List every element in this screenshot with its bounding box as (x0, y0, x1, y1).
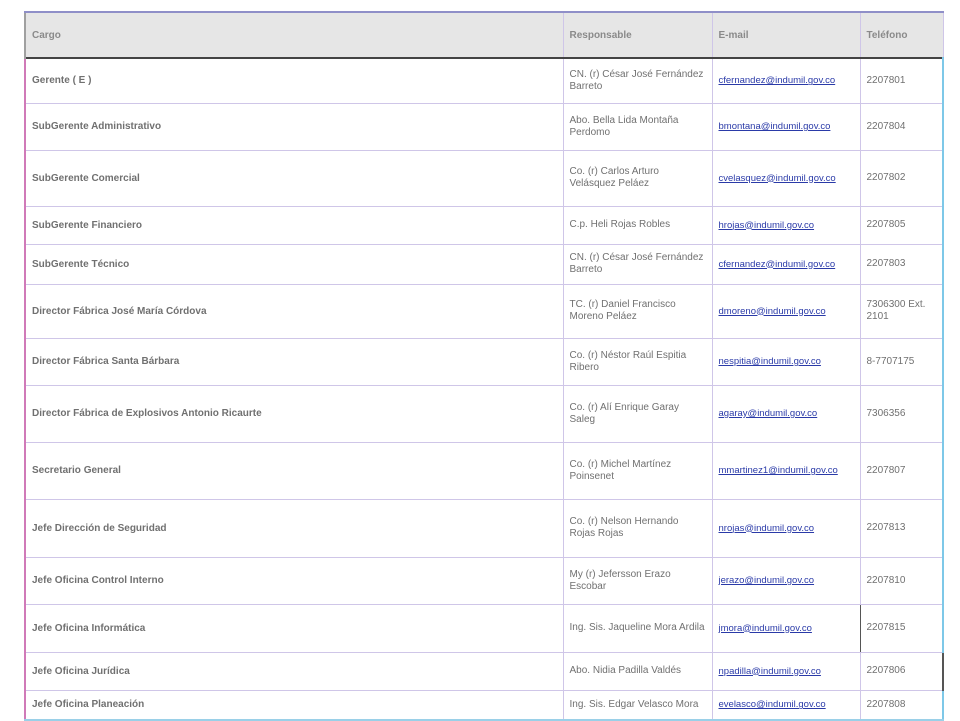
email-link[interactable]: cvelasquez@indumil.gov.co (719, 173, 836, 184)
cargo-cell: Jefe Dirección de Seguridad (24, 498, 564, 558)
email-link[interactable]: bmontana@indumil.gov.co (719, 121, 831, 132)
email-link[interactable]: jmora@indumil.gov.co (719, 623, 812, 634)
email-cell: agaray@indumil.gov.co (711, 384, 861, 443)
table-row: SubGerente Financiero C.p. Heli Rojas Ro… (24, 205, 944, 245)
email-link[interactable]: npadilla@indumil.gov.co (719, 666, 821, 677)
responsable-cell: TC. (r) Daniel Francisco Moreno Peláez (562, 283, 713, 339)
table-body: Gerente ( E ) CN. (r) César José Fernánd… (24, 57, 944, 721)
table-row: SubGerente Administrativo Abo. Bella Lid… (24, 102, 944, 151)
email-link[interactable]: hrojas@indumil.gov.co (719, 220, 815, 231)
email-link[interactable]: cfernandez@indumil.gov.co (719, 75, 836, 86)
telefono-cell: 8-7707175 (859, 337, 944, 386)
cargo-cell: Director Fábrica Santa Bárbara (24, 337, 564, 386)
email-cell: jmora@indumil.gov.co (711, 603, 861, 653)
table-row: Jefe Oficina Informática Ing. Sis. Jaque… (24, 603, 944, 653)
responsable-cell: Abo. Nidia Padilla Valdés (562, 651, 713, 691)
email-cell: bmontana@indumil.gov.co (711, 102, 861, 151)
table-header: Cargo Responsable E-mail Teléfono (24, 11, 944, 59)
table-row: Jefe Oficina Planeación Ing. Sis. Edgar … (24, 689, 944, 721)
responsable-cell: C.p. Heli Rojas Robles (562, 205, 713, 245)
email-link[interactable]: agaray@indumil.gov.co (719, 408, 818, 419)
telefono-cell: 2207815 (859, 603, 944, 653)
telefono-cell: 2207813 (859, 498, 944, 558)
email-cell: dmoreno@indumil.gov.co (711, 283, 861, 339)
telefono-cell: 2207802 (859, 149, 944, 207)
cargo-cell: Jefe Oficina Control Interno (24, 556, 564, 605)
table-row: Director Fábrica Santa Bárbara Co. (r) N… (24, 337, 944, 386)
telefono-cell: 2207801 (859, 57, 944, 104)
email-cell: mmartinez1@indumil.gov.co (711, 441, 861, 500)
email-link[interactable]: jerazo@indumil.gov.co (719, 575, 815, 586)
email-link[interactable]: cfernandez@indumil.gov.co (719, 259, 836, 270)
table-row: SubGerente Comercial Co. (r) Carlos Artu… (24, 149, 944, 207)
table-row: Director Fábrica José María Córdova TC. … (24, 283, 944, 339)
email-cell: cfernandez@indumil.gov.co (711, 243, 861, 285)
email-link[interactable]: nespitia@indumil.gov.co (719, 356, 821, 367)
cargo-cell: SubGerente Administrativo (24, 102, 564, 151)
email-cell: cvelasquez@indumil.gov.co (711, 149, 861, 207)
cargo-cell: Secretario General (24, 441, 564, 500)
responsable-cell: My (r) Jefersson Erazo Escobar (562, 556, 713, 605)
responsable-cell: Co. (r) Néstor Raúl Espitia Ribero (562, 337, 713, 386)
email-cell: nespitia@indumil.gov.co (711, 337, 861, 386)
header-telefono: Teléfono (859, 11, 944, 59)
telefono-cell: 2207803 (859, 243, 944, 285)
table-row: Gerente ( E ) CN. (r) César José Fernánd… (24, 57, 944, 104)
header-responsable: Responsable (562, 11, 713, 59)
telefono-cell: 7306356 (859, 384, 944, 443)
responsable-cell: Abo. Bella Lida Montaña Perdomo (562, 102, 713, 151)
responsable-cell: Ing. Sis. Jaqueline Mora Ardila (562, 603, 713, 653)
cargo-cell: Director Fábrica de Explosivos Antonio R… (24, 384, 564, 443)
email-link[interactable]: dmoreno@indumil.gov.co (719, 306, 826, 317)
responsable-cell: Co. (r) Carlos Arturo Velásquez Peláez (562, 149, 713, 207)
table-row: Jefe Dirección de Seguridad Co. (r) Nels… (24, 498, 944, 558)
email-cell: evelasco@indumil.gov.co (711, 689, 861, 721)
cargo-cell: Director Fábrica José María Córdova (24, 283, 564, 339)
header-cargo: Cargo (24, 11, 564, 59)
email-cell: npadilla@indumil.gov.co (711, 651, 861, 691)
table-row: Jefe Oficina Jurídica Abo. Nidia Padilla… (24, 651, 944, 691)
telefono-cell: 2207804 (859, 102, 944, 151)
table-row: Director Fábrica de Explosivos Antonio R… (24, 384, 944, 443)
directory-table: Cargo Responsable E-mail Teléfono Gerent… (24, 11, 944, 721)
email-link[interactable]: evelasco@indumil.gov.co (719, 699, 826, 710)
email-cell: hrojas@indumil.gov.co (711, 205, 861, 245)
telefono-cell: 2207807 (859, 441, 944, 500)
email-cell: cfernandez@indumil.gov.co (711, 57, 861, 104)
header-email: E-mail (711, 11, 861, 59)
responsable-cell: Co. (r) Alí Enrique Garay Saleg (562, 384, 713, 443)
email-cell: nrojas@indumil.gov.co (711, 498, 861, 558)
responsable-cell: CN. (r) César José Fernández Barreto (562, 243, 713, 285)
responsable-cell: Co. (r) Michel Martínez Poinsenet (562, 441, 713, 500)
responsable-cell: Co. (r) Nelson Hernando Rojas Rojas (562, 498, 713, 558)
cargo-cell: Jefe Oficina Informática (24, 603, 564, 653)
cargo-cell: SubGerente Técnico (24, 243, 564, 285)
cargo-cell: Jefe Oficina Jurídica (24, 651, 564, 691)
telefono-cell: 2207810 (859, 556, 944, 605)
cargo-cell: SubGerente Financiero (24, 205, 564, 245)
table-row: Jefe Oficina Control Interno My (r) Jefe… (24, 556, 944, 605)
cargo-cell: Gerente ( E ) (24, 57, 564, 104)
responsable-cell: Ing. Sis. Edgar Velasco Mora (562, 689, 713, 721)
table-row: SubGerente Técnico CN. (r) César José Fe… (24, 243, 944, 285)
email-link[interactable]: nrojas@indumil.gov.co (719, 523, 815, 534)
header-row: Cargo Responsable E-mail Teléfono (24, 11, 944, 59)
telefono-cell: 2207805 (859, 205, 944, 245)
email-cell: jerazo@indumil.gov.co (711, 556, 861, 605)
telefono-cell: 7306300 Ext. 2101 (859, 283, 944, 339)
telefono-cell: 2207808 (859, 689, 944, 721)
cargo-cell: SubGerente Comercial (24, 149, 564, 207)
cargo-cell: Jefe Oficina Planeación (24, 689, 564, 721)
email-link[interactable]: mmartinez1@indumil.gov.co (719, 465, 838, 476)
responsable-cell: CN. (r) César José Fernández Barreto (562, 57, 713, 104)
telefono-cell: 2207806 (859, 651, 944, 691)
table-row: Secretario General Co. (r) Michel Martín… (24, 441, 944, 500)
